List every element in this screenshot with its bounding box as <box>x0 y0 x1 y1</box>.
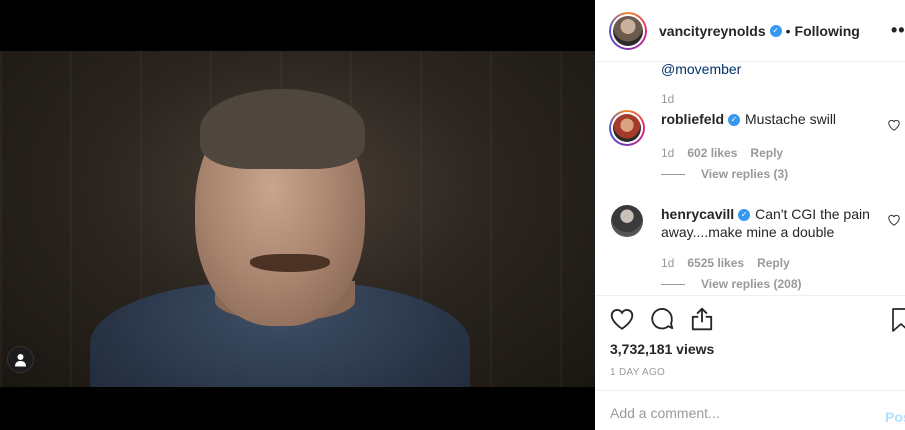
author-avatar[interactable] <box>609 11 647 50</box>
more-options-icon[interactable]: ••• <box>891 20 905 41</box>
verified-badge-icon: ✓ <box>769 24 782 37</box>
video-player[interactable] <box>0 51 595 387</box>
comment-likes-count[interactable]: 602 likes <box>687 146 737 160</box>
view-replies-label[interactable]: View replies (3) <box>701 167 788 181</box>
views-count[interactable]: 3,732,181 views <box>610 341 714 357</box>
commenter-avatar[interactable] <box>609 110 645 146</box>
comment-timestamp: 1d <box>661 146 675 160</box>
comment-likes-count[interactable]: 6525 likes <box>687 256 744 270</box>
add-comment-bar: Post <box>595 390 905 430</box>
post-media <box>0 0 595 430</box>
bookmark-icon[interactable] <box>891 307 905 333</box>
comment-meta: 1d 6525 likes Reply <box>661 256 790 270</box>
user-tag-icon[interactable] <box>7 346 34 373</box>
replies-divider <box>661 283 685 285</box>
comments-list[interactable]: @movember 1d robliefeld ✓ Mustache swill 1… <box>595 62 905 295</box>
video-subject-hair <box>200 89 365 169</box>
heart-icon[interactable] <box>609 306 635 332</box>
comment-icon[interactable] <box>649 306 675 332</box>
view-replies-button[interactable]: View replies (3) <box>661 167 788 181</box>
commenter-username[interactable]: robliefeld <box>661 111 724 127</box>
post-age: 1 DAY AGO <box>610 367 666 378</box>
comment-item: henrycavill ✓ Can't CGI the pain away....m… <box>609 205 905 295</box>
view-replies-button[interactable]: View replies (208) <box>661 277 802 291</box>
comment-body: henrycavill ✓ Can't CGI the pain away....m… <box>661 205 881 241</box>
post-panel: vancityreynolds ✓ • Following ••• @movem… <box>595 0 905 430</box>
reply-button[interactable]: Reply <box>757 256 790 270</box>
verified-badge-icon: ✓ <box>738 209 751 222</box>
commenter-avatar[interactable] <box>611 205 643 237</box>
comment-like-heart-icon[interactable] <box>887 118 901 132</box>
caption-timestamp: 1d <box>661 92 675 106</box>
comment-input[interactable] <box>610 405 860 421</box>
replies-divider <box>661 173 685 175</box>
share-icon[interactable] <box>689 306 715 332</box>
comment-item: robliefeld ✓ Mustache swill 1d 602 likes R… <box>609 110 905 190</box>
post-comment-button[interactable]: Post <box>885 409 905 425</box>
view-replies-label[interactable]: View replies (208) <box>701 277 802 291</box>
commenter-username[interactable]: henrycavill <box>661 206 734 222</box>
comment-body: robliefeld ✓ Mustache swill <box>661 110 881 128</box>
reply-button[interactable]: Reply <box>750 146 783 160</box>
comment-meta: 1d 602 likes Reply <box>661 146 783 160</box>
caption-mention-link[interactable]: @movember <box>661 62 741 77</box>
separator-dot: • <box>785 22 791 39</box>
author-username[interactable]: vancityreynolds <box>659 23 766 39</box>
post-header: vancityreynolds ✓ • Following ••• <box>595 0 905 62</box>
action-icons <box>609 306 715 332</box>
following-button[interactable]: Following <box>795 23 860 39</box>
comment-timestamp: 1d <box>661 256 675 270</box>
verified-badge-icon: ✓ <box>728 114 741 127</box>
post-actions: 3,732,181 views 1 DAY AGO <box>595 295 905 390</box>
video-subject-mustache <box>250 254 330 272</box>
comment-text: Mustache swill <box>745 111 837 127</box>
comment-like-heart-icon[interactable] <box>887 213 901 227</box>
